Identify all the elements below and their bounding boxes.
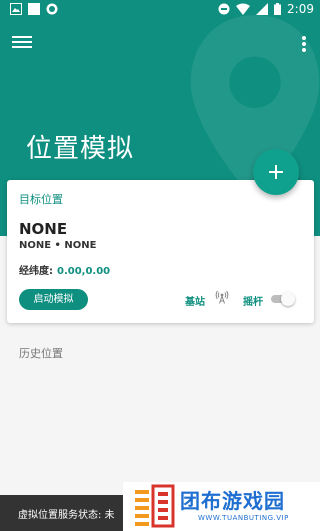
wifi-icon [236,3,251,15]
watermark-logo-icon [135,484,175,528]
location-pin-background-icon [190,15,320,201]
joystick-label: 摇杆 [243,297,263,308]
watermark: 团布游戏园 WWW.TUANBUTING.VIP [123,482,320,531]
notification-image-icon [10,3,22,15]
joystick-toggle[interactable] [269,292,295,306]
add-location-button[interactable] [253,149,299,195]
location-subtitle: NONE • NONE [19,240,97,251]
cell-tower-icon[interactable] [215,290,229,304]
location-name: NONE [19,220,68,238]
plus-icon [269,165,283,179]
start-simulation-button[interactable]: 启动模拟 [19,289,88,310]
coordinates-value: 0.00,0.00 [57,266,111,277]
battery-icon [274,3,282,15]
clock: 2:09 [287,2,314,16]
do-not-disturb-icon [218,3,230,15]
coordinates-row: 经纬度: 0.00,0.00 [19,262,110,277]
coordinates-label: 经纬度: [19,266,53,277]
target-location-card: 目标位置 NONE NONE • NONE 经纬度: 0.00,0.00 启动模拟… [7,180,314,323]
watermark-url: WWW.TUANBUTING.VIP [198,514,289,522]
menu-icon[interactable] [12,33,32,49]
more-options-icon[interactable] [302,34,308,52]
card-label: 目标位置 [19,193,63,206]
base-station-label[interactable]: 基站 [185,293,205,308]
notification-square-icon [28,3,40,15]
notification-circle-icon [46,3,58,15]
status-bar: 2:09 [0,0,320,22]
signal-icon [256,3,269,15]
toggle-thumb [281,292,295,306]
watermark-title: 团布游戏园 [180,489,285,513]
history-section-label: 历史位置 [19,347,63,360]
service-status-text: 虚拟位置服务状态: 未 [18,510,115,521]
page-title: 位置模拟 [26,134,135,164]
